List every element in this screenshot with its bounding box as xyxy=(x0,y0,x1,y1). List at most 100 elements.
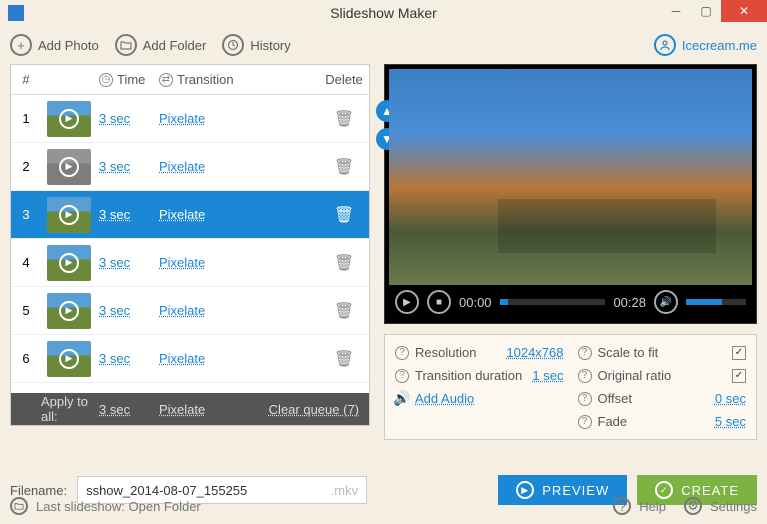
fade-label: Fade xyxy=(598,414,709,429)
col-time: ◷Time xyxy=(93,72,153,87)
row-time-link[interactable]: 3 sec xyxy=(99,159,130,174)
brand-link[interactable]: Icecream.me xyxy=(654,34,757,56)
settings-panel: ? Resolution 1024x768 ? Scale to fit ✓ ? Tran… xyxy=(384,334,757,440)
slide-thumbnail[interactable]: ▶ xyxy=(47,197,91,233)
row-number: 4 xyxy=(11,255,41,270)
play-icon: ▶ xyxy=(59,205,79,225)
play-icon: ▶ xyxy=(59,301,79,321)
toolbar: + Add Photo Add Folder History Icecream.… xyxy=(0,26,767,64)
clock-icon: ◷ xyxy=(99,73,113,87)
table-row[interactable]: 1▶3 secPixelate🗑 xyxy=(11,95,369,143)
row-time-link[interactable]: 3 sec xyxy=(99,303,130,318)
delete-icon[interactable]: 🗑 xyxy=(334,351,354,368)
plus-icon: + xyxy=(10,34,32,56)
delete-icon[interactable]: 🗑 xyxy=(334,255,354,272)
resolution-label: Resolution xyxy=(415,345,500,360)
table-row[interactable]: 4 ▶ 3 sec Pixelate 🗑 xyxy=(11,239,369,287)
scale-checkbox[interactable]: ✓ xyxy=(732,346,746,360)
delete-icon[interactable]: 🗑 xyxy=(334,207,354,224)
play-button[interactable]: ▶ xyxy=(395,290,419,314)
help-link[interactable]: Help xyxy=(639,499,666,514)
row-transition-link[interactable]: Pixelate xyxy=(159,255,205,270)
row-transition-link[interactable]: Pixelate xyxy=(159,351,205,366)
row-number: 3 xyxy=(11,207,41,222)
slide-thumbnail[interactable]: ▶ xyxy=(47,101,91,137)
window-controls: ─ ▢ ✕ xyxy=(661,0,767,22)
col-delete: Delete xyxy=(319,72,369,87)
audio-icon: 🔊 xyxy=(395,392,409,406)
offset-value[interactable]: 0 sec xyxy=(715,391,746,406)
close-button[interactable]: ✕ xyxy=(721,0,767,22)
slide-thumbnail[interactable]: ▶ xyxy=(47,245,91,281)
slide-thumbnail[interactable]: ▶ xyxy=(47,341,91,377)
seek-bar[interactable] xyxy=(500,299,606,305)
titlebar: Slideshow Maker ─ ▢ ✕ xyxy=(0,0,767,26)
row-transition-link[interactable]: Pixelate xyxy=(159,111,205,126)
ratio-label: Original ratio xyxy=(598,368,727,383)
row-number: 6 xyxy=(11,351,41,366)
stop-button[interactable]: ■ xyxy=(427,290,451,314)
slide-thumbnail[interactable]: ▶ xyxy=(47,293,91,329)
volume-bar[interactable] xyxy=(686,299,746,305)
apply-to-all-label: Apply to all: xyxy=(41,394,99,424)
help-icon: ? xyxy=(578,346,592,360)
history-icon xyxy=(222,34,244,56)
delete-icon[interactable]: 🗑 xyxy=(334,303,354,320)
add-photo-button[interactable]: + Add Photo xyxy=(10,34,99,56)
preview-panel: ▶ ■ 00:00 00:28 🔊 xyxy=(384,64,757,324)
preview-image xyxy=(389,69,752,285)
add-folder-label: Add Folder xyxy=(143,38,207,53)
delete-icon[interactable]: 🗑 xyxy=(334,159,354,176)
apply-transition-link[interactable]: Pixelate xyxy=(159,402,205,417)
ratio-checkbox[interactable]: ✓ xyxy=(732,369,746,383)
trans-dur-value[interactable]: 1 sec xyxy=(532,368,563,383)
col-transition: ⇄Transition xyxy=(153,72,319,87)
app-icon xyxy=(8,5,24,21)
slide-thumbnail[interactable]: ▶ xyxy=(47,149,91,185)
add-photo-label: Add Photo xyxy=(38,38,99,53)
help-icon: ? xyxy=(613,497,631,515)
folder-icon xyxy=(10,497,28,515)
play-icon: ▶ xyxy=(59,253,79,273)
last-slideshow-link[interactable]: Last slideshow: Open Folder xyxy=(36,499,201,514)
row-time-link[interactable]: 3 sec xyxy=(99,255,130,270)
row-transition-link[interactable]: Pixelate xyxy=(159,207,205,222)
table-row[interactable]: 2 ▶ 3 sec Pixelate 🗑 xyxy=(11,143,369,191)
fade-value[interactable]: 5 sec xyxy=(715,414,746,429)
add-folder-button[interactable]: Add Folder xyxy=(115,34,207,56)
settings-link[interactable]: Settings xyxy=(710,499,757,514)
table-header: # ◷Time ⇄Transition Delete xyxy=(11,65,369,95)
row-time-link[interactable]: 3 sec xyxy=(99,111,130,126)
history-button[interactable]: History xyxy=(222,34,290,56)
player-controls: ▶ ■ 00:00 00:28 🔊 xyxy=(389,285,752,319)
resolution-value[interactable]: 1024x768 xyxy=(506,345,563,360)
row-number: 2 xyxy=(11,159,41,174)
help-icon: ? xyxy=(578,392,592,406)
scale-label: Scale to fit xyxy=(598,345,727,360)
trans-dur-label: Transition duration xyxy=(415,368,526,383)
slides-panel: # ◷Time ⇄Transition Delete 1▶3 secPixela… xyxy=(10,64,370,470)
help-icon: ? xyxy=(578,415,592,429)
minimize-button[interactable]: ─ xyxy=(661,0,691,22)
row-transition-link[interactable]: Pixelate xyxy=(159,303,205,318)
clear-queue-link[interactable]: Clear queue (7) xyxy=(269,402,359,417)
status-bar: Last slideshow: Open Folder ? Help ⚙ Set… xyxy=(0,492,767,520)
table-row[interactable]: 3 ▶ 3 sec Pixelate 🗑 xyxy=(11,191,369,239)
row-transition-link[interactable]: Pixelate xyxy=(159,159,205,174)
add-audio-link[interactable]: Add Audio xyxy=(415,391,474,406)
play-icon: ▶ xyxy=(59,349,79,369)
apply-time-link[interactable]: 3 sec xyxy=(99,402,130,417)
gear-icon: ⚙ xyxy=(684,497,702,515)
table-row[interactable]: 5▶3 secPixelate🗑 xyxy=(11,287,369,335)
history-label: History xyxy=(250,38,290,53)
mute-button[interactable]: 🔊 xyxy=(654,290,678,314)
maximize-button[interactable]: ▢ xyxy=(691,0,721,22)
time-current: 00:00 xyxy=(459,295,492,310)
help-icon: ? xyxy=(578,369,592,383)
play-icon: ▶ xyxy=(59,157,79,177)
col-number: # xyxy=(11,72,41,87)
row-time-link[interactable]: 3 sec xyxy=(99,351,130,366)
delete-icon[interactable]: 🗑 xyxy=(334,111,354,128)
table-row[interactable]: 6 ▶ 3 sec Pixelate 🗑 xyxy=(11,335,369,383)
row-time-link[interactable]: 3 sec xyxy=(99,207,130,222)
